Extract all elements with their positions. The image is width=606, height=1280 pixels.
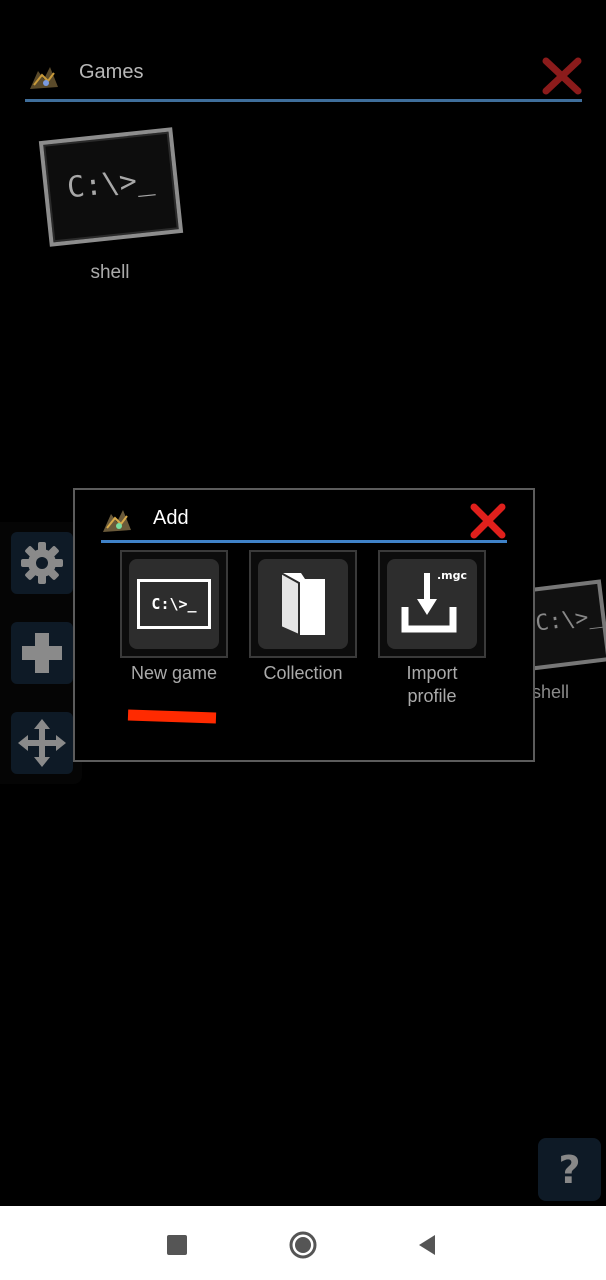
game-label: shell: [532, 682, 570, 702]
terminal-icon: C:\>_: [137, 579, 211, 629]
move-button[interactable]: [11, 712, 73, 774]
folder-icon: [280, 571, 325, 637]
help-button[interactable]: ?: [538, 1138, 601, 1201]
recent-apps-icon[interactable]: [162, 1230, 192, 1260]
game-tile-shell[interactable]: C:\>_ shell: [30, 120, 190, 290]
games-header: Games: [25, 55, 582, 102]
terminal-icon: C:\>_: [38, 127, 184, 247]
dialog-title: Add: [153, 507, 189, 529]
add-button[interactable]: [11, 622, 73, 684]
dialog-header: Add: [101, 502, 507, 543]
system-nav-bar: [0, 1206, 606, 1280]
move-icon: [18, 719, 66, 767]
app-logo-icon: [101, 504, 135, 536]
side-toolbar: [0, 522, 82, 784]
home-icon[interactable]: [288, 1230, 318, 1260]
app-logo-icon: [28, 61, 62, 93]
import-profile-button[interactable]: .mgc: [378, 550, 486, 658]
new-game-button[interactable]: C:\>_: [120, 550, 228, 658]
settings-button[interactable]: [11, 532, 73, 594]
option-label: Collection: [263, 663, 343, 683]
mgc-label: .mgc: [436, 569, 467, 582]
collection-button[interactable]: [249, 550, 357, 658]
help-icon: ?: [558, 1147, 581, 1192]
close-icon[interactable]: [541, 57, 583, 95]
page-title: Games: [79, 61, 144, 83]
collection-option[interactable]: Collection: [249, 550, 357, 685]
back-icon[interactable]: [412, 1230, 442, 1260]
gear-icon: [21, 542, 63, 584]
game-label: shell: [90, 262, 130, 283]
option-label: Import profile: [406, 663, 458, 706]
option-label: New game: [130, 663, 218, 683]
import-profile-option[interactable]: .mgc Import profile: [378, 550, 486, 708]
new-game-option[interactable]: C:\>_ New game: [120, 550, 228, 685]
close-dialog-icon[interactable]: [469, 502, 507, 540]
plus-icon: [22, 633, 62, 673]
